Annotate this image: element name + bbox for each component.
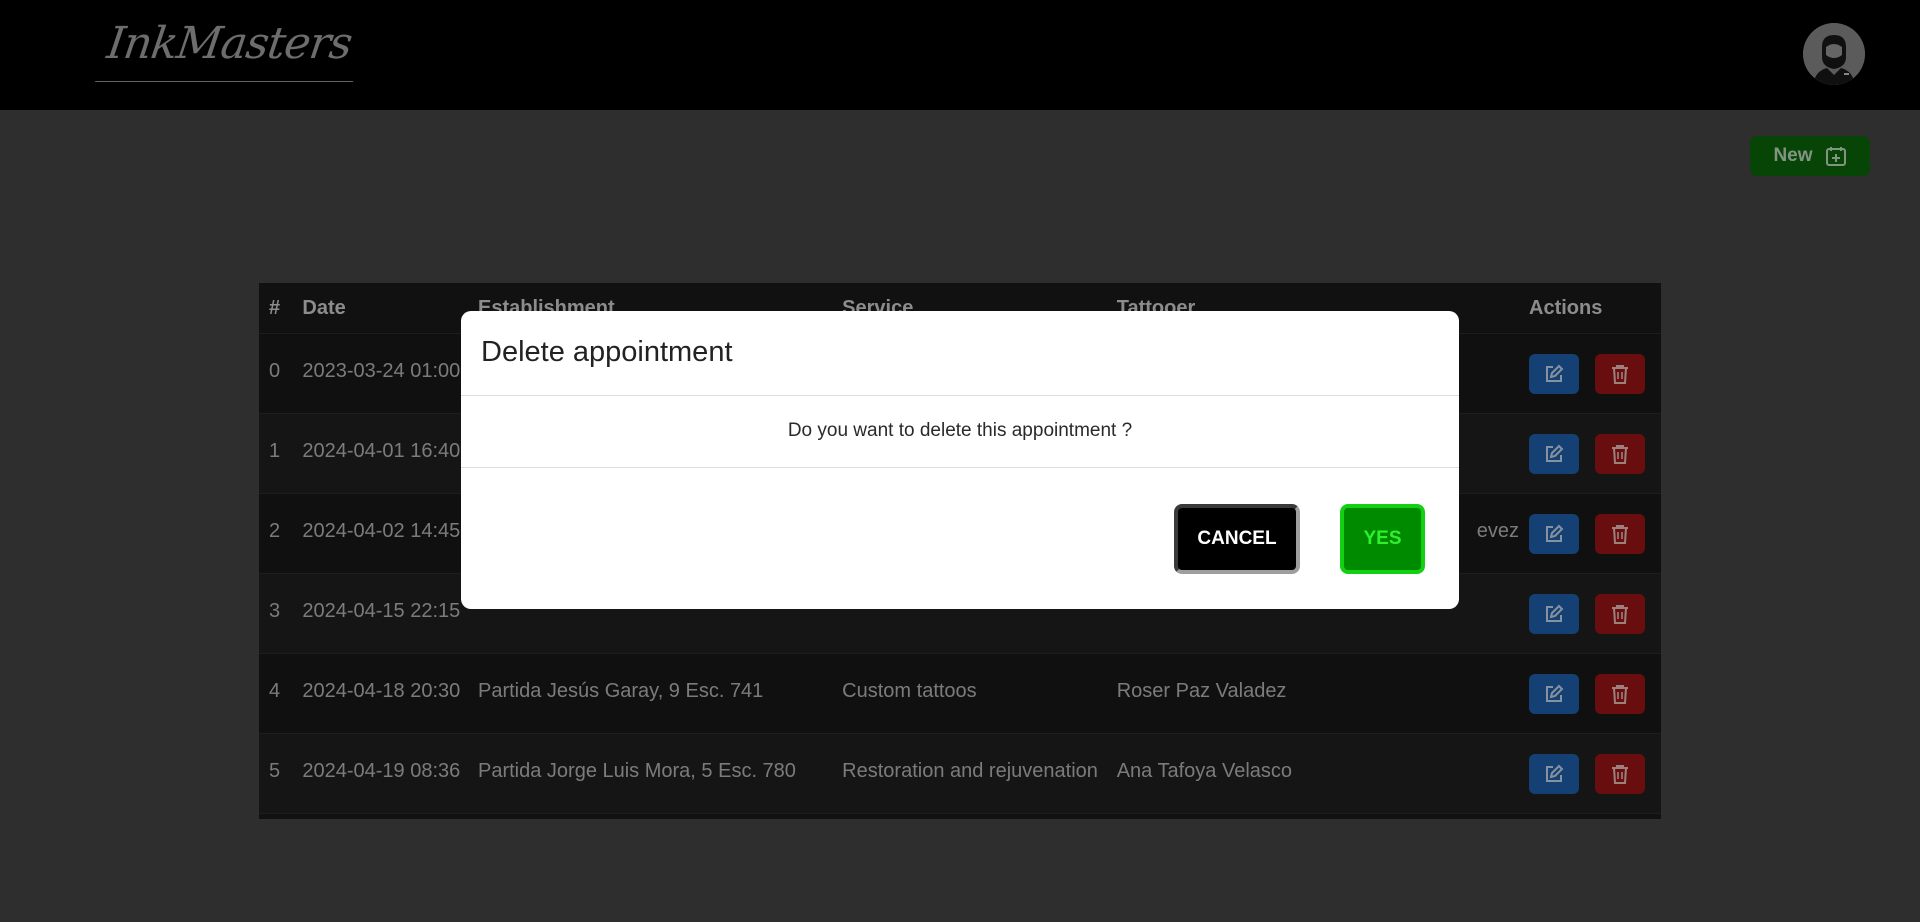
cancel-button[interactable]: CANCEL (1174, 504, 1300, 574)
confirm-yes-button[interactable]: YES (1340, 504, 1425, 574)
dialog-footer: CANCEL YES (461, 468, 1459, 608)
dialog-title: Delete appointment (481, 336, 733, 368)
delete-appointment-dialog: Delete appointment Do you want to delete… (461, 311, 1459, 609)
dialog-header: Delete appointment (461, 311, 1459, 396)
dialog-message: Do you want to delete this appointment ? (461, 396, 1459, 468)
